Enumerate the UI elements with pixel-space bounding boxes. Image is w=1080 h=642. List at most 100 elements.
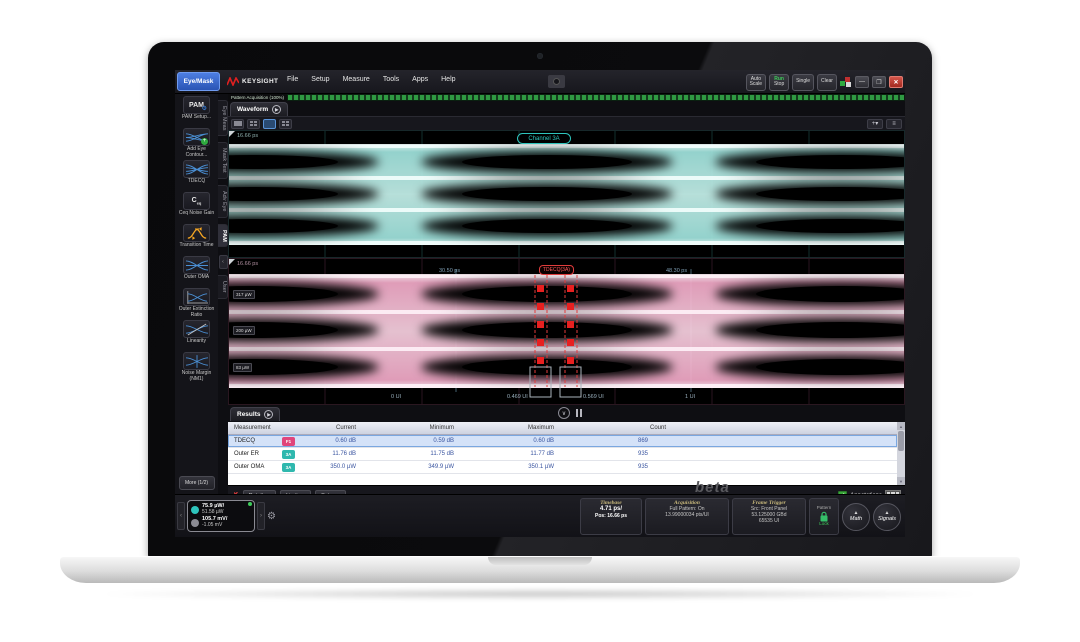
table-row-tdecq[interactable]: TDECQ F1 0.60 dB 0.59 dB 0.60 dB 869 [228,435,897,448]
clear-button[interactable]: Clear [817,74,837,91]
channel-3a-dot [191,506,199,514]
auto-scale-button[interactable]: AutoScale [746,74,767,91]
sidebar-item-linearity[interactable]: Linearity [176,320,217,350]
results-scrollbar[interactable]: ▲ ▼ [897,422,905,485]
brand-text: KEYSIGHT [242,78,278,85]
pin-results-icon[interactable] [576,409,582,417]
col-current: Current [304,425,364,431]
outer-er-icon [186,291,208,304]
keysight-logo: KEYSIGHT [227,77,278,86]
table-row-outer-er[interactable]: Outer ER 3A 11.76 dB 11.75 dB 11.77 dB 9… [228,448,897,461]
chevron-right-icon[interactable]: › [257,502,265,530]
layout-stacked-button[interactable] [263,119,276,129]
single-button[interactable]: Single [792,74,814,91]
menu-setup[interactable]: Setup [311,76,329,83]
layout-quad-button[interactable] [247,119,260,129]
timebase-panel[interactable]: Timebase 4.71 ps/ Pos: 16.66 ps [580,498,642,535]
collapse-results-icon[interactable]: ∨ [558,407,570,419]
add-pane-button[interactable]: +▾ [867,119,883,129]
source-badge: F1 [282,437,295,446]
tab-pam[interactable]: PAM [218,224,228,248]
eye-mask-mode-button[interactable]: Eye/Mask [177,72,220,91]
cyan-eye-plot [229,131,904,257]
pane-menu-icon[interactable]: ≡ [886,119,902,129]
tab-adv-eye[interactable]: Adv Eye [218,185,228,217]
source-badge: 3A [282,450,295,459]
waveform-tab-row: Waveform ▶ [228,101,905,116]
tab-mask-test[interactable]: Mask Test [218,142,228,179]
tab-user[interactable]: User [218,275,228,299]
channel-3a-badge[interactable]: Channel 3A [517,133,571,144]
waveform-tab[interactable]: Waveform ▶ [230,102,288,116]
scroll-thumb[interactable] [898,431,904,451]
math-button[interactable]: ▲ Math [842,503,870,531]
pane-corner-marker [229,259,235,265]
frame-trigger-panel[interactable]: Frame Trigger Src: Front Panel 53.125000… [732,498,806,535]
axis-label-0569ui: 0.569 UI [583,394,604,400]
tab-eye-meas[interactable]: Eye Meas [218,100,228,136]
gear-icon[interactable]: ⚙ [267,511,276,522]
results-panel: Results ▶ ∨ Measurement Current Minimum … [228,405,905,494]
chevron-left-icon[interactable]: ‹ [177,502,185,530]
laptop-shadow [90,588,990,600]
sidebar-item-add-eye-contour[interactable]: + Add Eye Contour... [176,128,217,158]
results-tab-row: Results ▶ ∨ [228,405,905,422]
scroll-up-icon[interactable]: ▲ [897,422,905,430]
pink-eye-plot [229,259,904,404]
menu-apps[interactable]: Apps [412,76,428,83]
sidebar-item-ceq-noise-gain[interactable]: Ceq Ceq Noise Gain [176,192,217,222]
menu-measure[interactable]: Measure [343,76,370,83]
layout-single-button[interactable] [231,119,244,129]
menu-file[interactable]: File [287,76,298,83]
run-stop-button[interactable]: RunStop [769,74,789,91]
pane-corner-marker [229,131,235,137]
close-button[interactable]: ✕ [889,76,903,88]
acquisition-panel[interactable]: Acquisition Full Pattern: On 13.99000034… [645,498,729,535]
layout-grid-button[interactable] [279,119,292,129]
connection-status-icon [840,76,852,88]
body: PAM ⚙ PAM Setup... + Add Eye Contour... … [175,94,905,494]
pattern-acquisition-bar: Pattern Acquisition (100%) [228,94,905,101]
signals-button[interactable]: ▲ Signals [873,503,901,531]
eye-diagram-channel-3a[interactable]: 16.66 ps Channel 3A [228,130,905,258]
outer-oma-icon [186,259,208,272]
play-icon[interactable]: ▶ [272,105,281,114]
statusbar-right-cluster: Timebase 4.71 ps/ Pos: 16.66 ps Acquisit… [580,498,901,535]
minimize-button[interactable]: — [855,76,869,88]
sidebar-item-pam-setup[interactable]: PAM ⚙ PAM Setup... [176,96,217,126]
play-icon[interactable]: ▶ [264,410,273,419]
sidebar-item-transition-time[interactable]: Transition Time [176,224,217,254]
acquisition-label: Pattern Acquisition (100%) [228,94,287,101]
col-minimum: Minimum [364,425,462,431]
camera-icon[interactable] [548,75,565,88]
keysight-spark-icon [227,77,239,86]
source-badge: 3A [282,463,295,472]
eye-diagram-tdecq[interactable]: 16.66 ps 30.50 ps 48.30 ps TDECQ(3A) 317… [228,258,905,405]
main-area: Pattern Acquisition (100%) Waveform ▶ [228,94,905,494]
menu-tools[interactable]: Tools [383,76,399,83]
threshold-label-lower: 83 µW [233,363,252,372]
beta-watermark: beta [695,479,730,496]
sidebar-item-outer-oma[interactable]: Outer OMA [176,256,217,286]
channel-scale-panel[interactable]: 75.9 µW/51.58 µW 105.7 mV/-1.05 mV [187,500,255,532]
tdecq-marker-badge[interactable]: TDECQ(3A) [539,265,574,275]
sidebar-item-outer-extinction-ratio[interactable]: Outer Extinction Ratio [176,288,217,318]
menu-bar: Eye/Mask KEYSIGHT File Setup Measure Too… [175,70,905,94]
transition-time-icon [186,227,208,240]
scroll-down-icon[interactable]: ▼ [897,477,905,485]
menu-items: File Setup Measure Tools Apps Help [287,76,456,83]
acquisition-progress [287,94,905,101]
results-tab[interactable]: Results ▶ [230,407,280,421]
sidebar-item-noise-margin[interactable]: Noise Margin (NM1) [176,352,217,382]
menubar-right-cluster: AutoScale RunStop Single Clear — ❐ ✕ [746,72,903,92]
more-tools-button[interactable]: More (1/2) [179,476,215,490]
menu-help[interactable]: Help [441,76,455,83]
collapse-chevron-icon[interactable]: ‹ [219,255,228,269]
table-row-outer-oma[interactable]: Outer OMA 3A 350.0 µW 349.9 µW 350.1 µW … [228,461,897,474]
restore-button[interactable]: ❐ [872,76,886,88]
status-led [248,502,252,506]
sidebar-item-tdecq[interactable]: TDECQ [176,160,217,190]
noise-margin-icon [186,355,208,368]
pattern-lock-button[interactable]: Pattern Lock [809,498,839,535]
threshold-label-upper: 317 µW [233,290,255,299]
